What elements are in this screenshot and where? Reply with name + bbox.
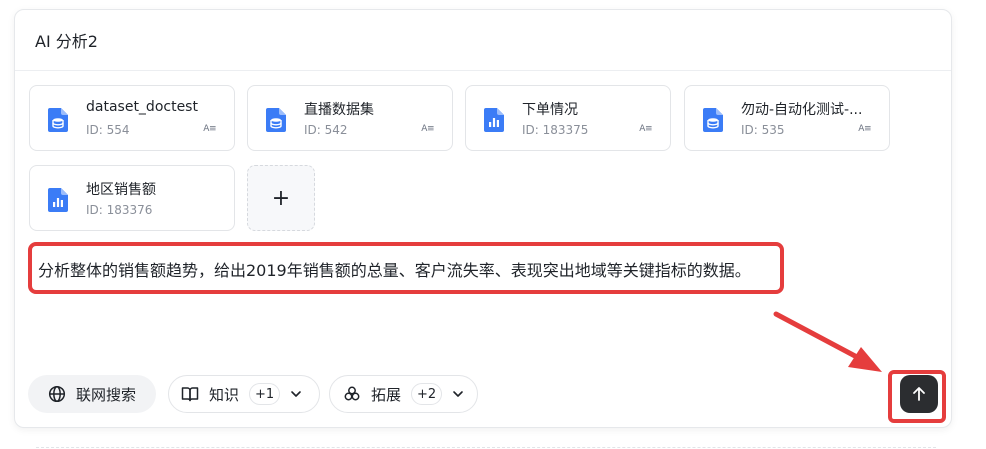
bottom-divider <box>36 447 936 448</box>
dataset-id: ID: 554 <box>86 123 130 137</box>
web-search-label: 联网搜索 <box>76 385 137 404</box>
book-icon <box>181 387 199 402</box>
text-type-icon: A≡ <box>203 124 216 134</box>
dataset-id: ID: 183375 <box>522 123 589 137</box>
dataset-card[interactable]: dataset_doctest ID: 554 A≡ <box>29 85 235 151</box>
dataset-id: ID: 542 <box>304 123 348 137</box>
extension-count-badge: +2 <box>411 383 443 405</box>
text-type-icon: A≡ <box>639 124 652 134</box>
chart-doc-icon <box>484 108 504 132</box>
add-dataset-button[interactable]: + <box>247 165 315 231</box>
text-type-icon: A≡ <box>421 124 434 134</box>
web-search-button[interactable]: 联网搜索 <box>28 375 156 413</box>
dataset-card[interactable]: 地区销售额 ID: 183376 <box>29 165 235 231</box>
chart-doc-icon <box>48 188 68 212</box>
chevron-down-icon <box>291 391 301 397</box>
extension-label: 拓展 <box>371 385 402 404</box>
chevron-down-icon <box>453 391 463 397</box>
extension-icon <box>344 386 360 401</box>
prompt-text[interactable]: 分析整体的销售额趋势，给出2019年销售额的总量、客户流失率、表现突出地域等关键… <box>38 257 751 281</box>
dataset-card[interactable]: 直播数据集 ID: 542 A≡ <box>247 85 453 151</box>
page-title: AI 分析2 <box>35 32 98 51</box>
dataset-card[interactable]: 下单情况 ID: 183375 A≡ <box>465 85 671 151</box>
dataset-id: ID: 535 <box>741 123 785 137</box>
knowledge-label: 知识 <box>209 385 240 404</box>
database-doc-icon <box>703 108 723 132</box>
dataset-id: ID: 183376 <box>86 203 153 217</box>
database-doc-icon <box>266 108 286 132</box>
dataset-card[interactable]: 勿动-自动化测试-... ID: 535 A≡ <box>684 85 890 151</box>
dataset-title: 下单情况 <box>522 102 578 118</box>
plus-icon: + <box>271 185 291 211</box>
text-type-icon: A≡ <box>858 124 871 134</box>
database-doc-icon <box>48 108 68 132</box>
dataset-title: 直播数据集 <box>304 102 374 118</box>
extension-selector[interactable]: 拓展 +2 <box>329 375 478 413</box>
globe-icon <box>48 385 66 403</box>
send-button[interactable] <box>900 375 938 413</box>
arrow-up-icon <box>913 387 925 401</box>
dataset-title: 地区销售额 <box>86 182 156 198</box>
knowledge-count-badge: +1 <box>249 383 281 405</box>
dataset-title: dataset_doctest <box>86 99 198 115</box>
knowledge-selector[interactable]: 知识 +1 <box>168 375 320 413</box>
dataset-title: 勿动-自动化测试-... <box>741 102 863 118</box>
panel-header: AI 分析2 <box>15 10 951 71</box>
